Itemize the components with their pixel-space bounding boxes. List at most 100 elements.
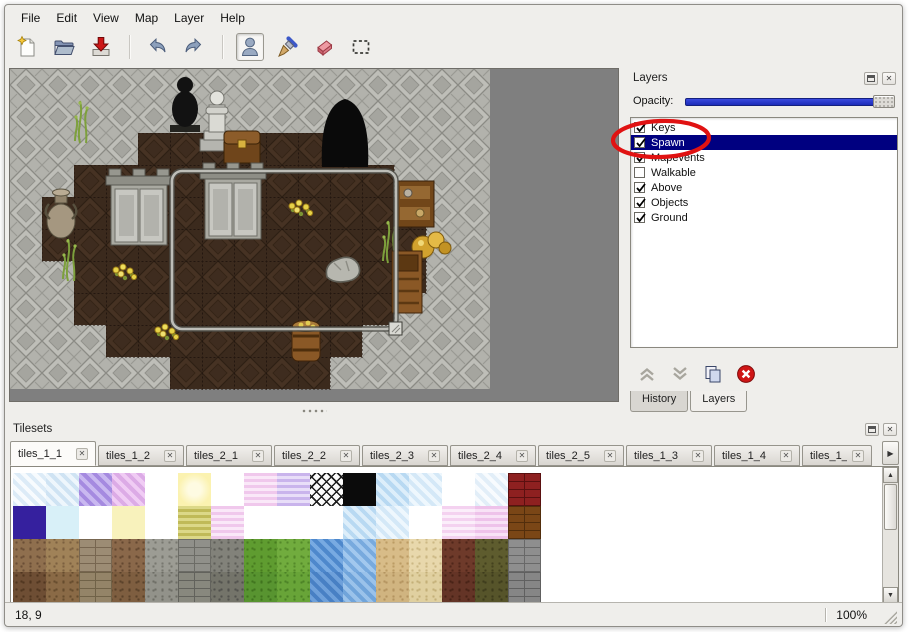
tile-swatch[interactable] [310, 473, 343, 506]
layer-row-walkable[interactable]: Walkable [631, 165, 897, 180]
tile-swatch[interactable] [244, 506, 277, 539]
dock-tab-history[interactable]: History [630, 391, 688, 412]
tab-scroll-right-button[interactable]: ▶ [882, 441, 899, 465]
tile-swatch[interactable] [508, 506, 541, 539]
tile-swatch[interactable] [343, 506, 376, 539]
layer-checkbox-mapevents[interactable] [634, 152, 645, 163]
close-panel-button[interactable]: ✕ [882, 72, 896, 85]
tile-swatch[interactable] [442, 572, 475, 604]
tile-swatch[interactable] [112, 572, 145, 604]
tile-swatch[interactable] [409, 539, 442, 572]
tab-close-icon[interactable]: ✕ [516, 450, 528, 462]
tile-swatch[interactable] [46, 572, 79, 604]
tileset-tab-tiles_2_2[interactable]: tiles_2_2✕ [274, 445, 360, 466]
tile-swatch[interactable] [178, 539, 211, 572]
tile-swatch[interactable] [79, 539, 112, 572]
tile-swatch[interactable] [13, 506, 46, 539]
layer-checkbox-spawn[interactable] [634, 137, 645, 148]
tile-swatch[interactable] [211, 506, 244, 539]
layer-row-spawn[interactable]: Spawn [631, 135, 897, 150]
new-file-button[interactable] [13, 33, 41, 61]
dock-tab-layers[interactable]: Layers [690, 391, 747, 412]
tile-swatch[interactable] [508, 572, 541, 604]
layer-checkbox-above[interactable] [634, 182, 645, 193]
tile-swatch[interactable] [244, 572, 277, 604]
event-tool-button[interactable] [236, 33, 264, 61]
move-layer-down-button[interactable] [668, 363, 692, 385]
layer-row-mapevents[interactable]: Mapevents [631, 150, 897, 165]
move-layer-up-button[interactable] [635, 363, 659, 385]
tile-swatch[interactable] [145, 539, 178, 572]
undo-button[interactable] [143, 33, 171, 61]
map-canvas[interactable] [9, 68, 619, 402]
delete-layer-button[interactable] [734, 363, 758, 385]
tileset-tab-tiles_2_3[interactable]: tiles_2_3✕ [362, 445, 448, 466]
tile-swatch[interactable] [13, 539, 46, 572]
open-file-button[interactable] [50, 33, 78, 61]
layer-row-objects[interactable]: Objects [631, 195, 897, 210]
tileset-tab-tiles_2_1[interactable]: tiles_2_1✕ [186, 445, 272, 466]
tileset-tab-tiles_1_[interactable]: tiles_1_✕ [802, 445, 872, 466]
tile-swatch[interactable] [409, 473, 442, 506]
menu-map[interactable]: Map [127, 9, 166, 27]
tab-close-icon[interactable]: ✕ [252, 450, 264, 462]
brush-tool-button[interactable] [273, 33, 301, 61]
tile-swatch[interactable] [79, 506, 112, 539]
splitter-handle[interactable] [9, 404, 619, 418]
tab-close-icon[interactable]: ✕ [340, 450, 352, 462]
tile-swatch[interactable] [277, 506, 310, 539]
tile-swatch[interactable] [508, 539, 541, 572]
layer-row-keys[interactable]: Keys [631, 120, 897, 135]
tile-swatch[interactable] [178, 572, 211, 604]
tile-swatch[interactable] [13, 572, 46, 604]
menu-layer[interactable]: Layer [166, 9, 212, 27]
tile-swatch[interactable] [178, 506, 211, 539]
tile-swatch[interactable] [310, 539, 343, 572]
menu-edit[interactable]: Edit [48, 9, 85, 27]
tile-swatch[interactable] [409, 572, 442, 604]
tab-close-icon[interactable]: ✕ [164, 450, 176, 462]
menu-help[interactable]: Help [212, 9, 253, 27]
layer-row-above[interactable]: Above [631, 180, 897, 195]
tile-swatch[interactable] [112, 539, 145, 572]
tileset-tab-tiles_1_4[interactable]: tiles_1_4✕ [714, 445, 800, 466]
tile-swatch[interactable] [343, 473, 376, 506]
tab-close-icon[interactable]: ✕ [76, 448, 88, 460]
tile-swatch[interactable] [310, 506, 343, 539]
tile-swatch[interactable] [145, 473, 178, 506]
tile-swatch[interactable] [79, 473, 112, 506]
selection-resize-handle[interactable] [389, 322, 402, 335]
tile-swatch[interactable] [277, 539, 310, 572]
tile-swatch[interactable] [277, 572, 310, 604]
tileset-tab-tiles_2_5[interactable]: tiles_2_5✕ [538, 445, 624, 466]
float-panel-button[interactable] [865, 423, 879, 436]
select-tool-button[interactable] [347, 33, 375, 61]
tile-swatch[interactable] [145, 572, 178, 604]
tile-swatch[interactable] [211, 572, 244, 604]
tile-swatch[interactable] [244, 539, 277, 572]
tile-swatch[interactable] [211, 539, 244, 572]
tile-swatch[interactable] [475, 572, 508, 604]
tile-swatch[interactable] [442, 506, 475, 539]
float-panel-button[interactable] [864, 72, 878, 85]
layer-checkbox-keys[interactable] [634, 122, 645, 133]
tileset-tab-tiles_1_1[interactable]: tiles_1_1✕ [10, 441, 96, 466]
duplicate-layer-button[interactable] [701, 363, 725, 385]
tile-swatch[interactable] [46, 506, 79, 539]
tab-close-icon[interactable]: ✕ [428, 450, 440, 462]
tileset-view[interactable]: ▲ ▼ [10, 466, 899, 604]
tile-swatch[interactable] [376, 506, 409, 539]
save-file-button[interactable] [87, 33, 115, 61]
tile-swatch[interactable] [442, 539, 475, 572]
tileset-tab-tiles_2_4[interactable]: tiles_2_4✕ [450, 445, 536, 466]
resize-grip[interactable] [883, 610, 897, 624]
tile-swatch[interactable] [178, 473, 211, 506]
tile-swatch[interactable] [343, 572, 376, 604]
tab-close-icon[interactable]: ✕ [780, 450, 792, 462]
layer-checkbox-walkable[interactable] [634, 167, 645, 178]
tab-close-icon[interactable]: ✕ [852, 450, 864, 462]
eraser-tool-button[interactable] [310, 33, 338, 61]
layer-checkbox-objects[interactable] [634, 197, 645, 208]
tile-swatch[interactable] [442, 473, 475, 506]
tab-close-icon[interactable]: ✕ [692, 450, 704, 462]
